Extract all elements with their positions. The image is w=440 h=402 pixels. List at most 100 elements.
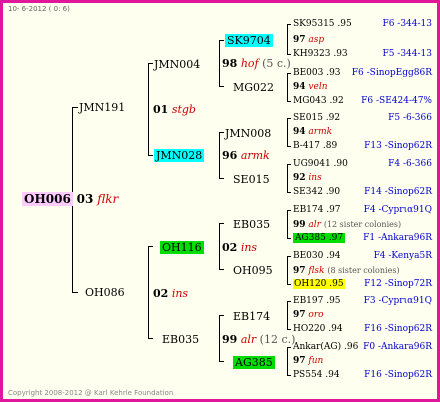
gen5-entry[interactable]: PS554 .94 [293,369,340,382]
connector [219,269,224,270]
gen5-entry[interactable]: EB197 .95 [293,295,341,308]
gen5-origin: F16 -Sinop62R [364,324,432,334]
connector [287,24,288,55]
entry-code: asp [308,35,325,45]
connector [219,223,220,270]
connector [219,132,224,133]
gen5-origin: F13 -Sinop62R [364,141,432,151]
entry-name: EB197 .95 [293,296,341,306]
gen5-entry[interactable]: AG385 .97 [293,232,346,245]
gen4-node[interactable]: AG385 [233,356,275,369]
connector [287,146,291,147]
gen5-line: 92 ins [293,172,322,185]
gen3-line: 02 ins [222,241,257,254]
entry-year: 99 [293,220,306,230]
connector [287,24,291,25]
connector [219,40,224,41]
node-code: stgb [171,103,196,116]
gen5-line: 94 veln [293,81,328,94]
connector [148,63,153,64]
node-name: EB035 [162,333,200,346]
node-name: JMN008 [225,127,272,140]
gen4-node[interactable]: SK9704 [225,34,273,47]
connector [287,375,291,376]
connector [287,210,291,211]
connector [219,223,224,224]
node-year: 98 [222,57,238,70]
gen2-node-dam[interactable]: OH086 [85,286,125,299]
connector [287,238,291,239]
node-name: JMN028 [154,149,205,162]
gen4-node[interactable]: JMN008 [225,127,271,140]
connector [287,73,288,102]
gen5-entry[interactable]: B-417 .89 [293,140,337,153]
gen5-origin: F3 -Cyprια91Q [363,296,432,306]
gen3-node[interactable]: JMN028 [154,149,205,162]
gen5-entry[interactable]: HO220 .94 [293,323,343,336]
gen5-entry[interactable]: UG9041 .90 [293,158,348,171]
gen5-entry[interactable]: BE003 .93 [293,67,341,80]
gen2-dam-line: 02 ins [153,287,188,300]
entry-name: KH9323 .93 [293,49,348,59]
gen2-node-sire[interactable]: JMN191 [79,101,125,114]
connector [287,284,291,285]
connector [287,101,291,102]
root-code: flkr [97,192,119,206]
node-name: OH095 [233,264,273,277]
gen5-origin: F6 -SE424-47% [361,96,432,106]
gen3-line: 01 stgb [153,103,196,116]
entry-code: flsk [308,266,325,276]
node-code: alr [240,333,257,346]
gen5-entry[interactable]: SE015 .92 [293,112,340,125]
gen5-line: 97 oro [293,309,324,322]
connector [219,315,224,316]
connector [287,256,291,257]
node-name: AG385 [233,356,275,369]
gen5-entry[interactable]: EB174 .97 [293,204,341,217]
connector [219,40,220,87]
connector [287,256,288,285]
entry-year: 94 [293,82,306,92]
gen5-entry[interactable]: MG043 .92 [293,95,344,108]
gen5-origin: F4 -Cyprια91Q [363,205,432,215]
gen5-origin: F14 -Sinop62R [364,187,432,197]
gen5-entry[interactable]: OH120 .95 [293,278,345,291]
connector [287,192,291,193]
gen5-entry[interactable]: BE030 .94 [293,250,341,263]
entry-year: 97 [293,266,306,276]
entry-code: oro [308,310,324,320]
entry-name: AG385 .97 [293,233,346,243]
connector [148,246,149,339]
gen4-node[interactable]: SE015 [233,173,270,186]
gen4-node[interactable]: OH095 [233,264,273,277]
gen4-node[interactable]: EB174 [233,310,270,323]
node-name: SE015 [233,173,270,186]
entry-name: PS554 .94 [293,370,340,380]
gen5-entry[interactable]: SK95315 .95 [293,18,352,31]
gen4-node[interactable]: EB035 [233,218,270,231]
node-year: 99 [222,333,238,346]
gen5-origin: F6 -SinopEgg86R [351,68,432,78]
node-name: JMN191 [79,101,126,114]
entry-name: UG9041 .90 [293,159,348,169]
gen5-entry[interactable]: SE342 .90 [293,186,340,199]
entry-name: SK95315 .95 [293,19,352,29]
gen5-origin: F12 -Sinop72R [364,279,432,289]
entry-year: 97 [293,35,306,45]
gen3-node[interactable]: OH116 [160,241,204,254]
root-year: 03 [76,192,94,206]
gen4-node[interactable]: MG022 [233,81,274,94]
gen3-node[interactable]: JMN004 [154,58,200,71]
connector [287,347,288,376]
entry-name: EB174 .97 [293,205,341,215]
connector [287,73,291,74]
connector [148,155,153,156]
gen3-node[interactable]: EB035 [162,333,199,346]
root-node[interactable]: OH006 03 flkr [22,192,119,206]
node-name: OH116 [160,241,204,254]
node-year: 01 [153,103,169,116]
node-code: armk [240,149,270,162]
gen5-line: 97 fun [293,355,323,368]
gen5-entry[interactable]: KH9323 .93 [293,48,348,61]
connector [219,178,224,179]
